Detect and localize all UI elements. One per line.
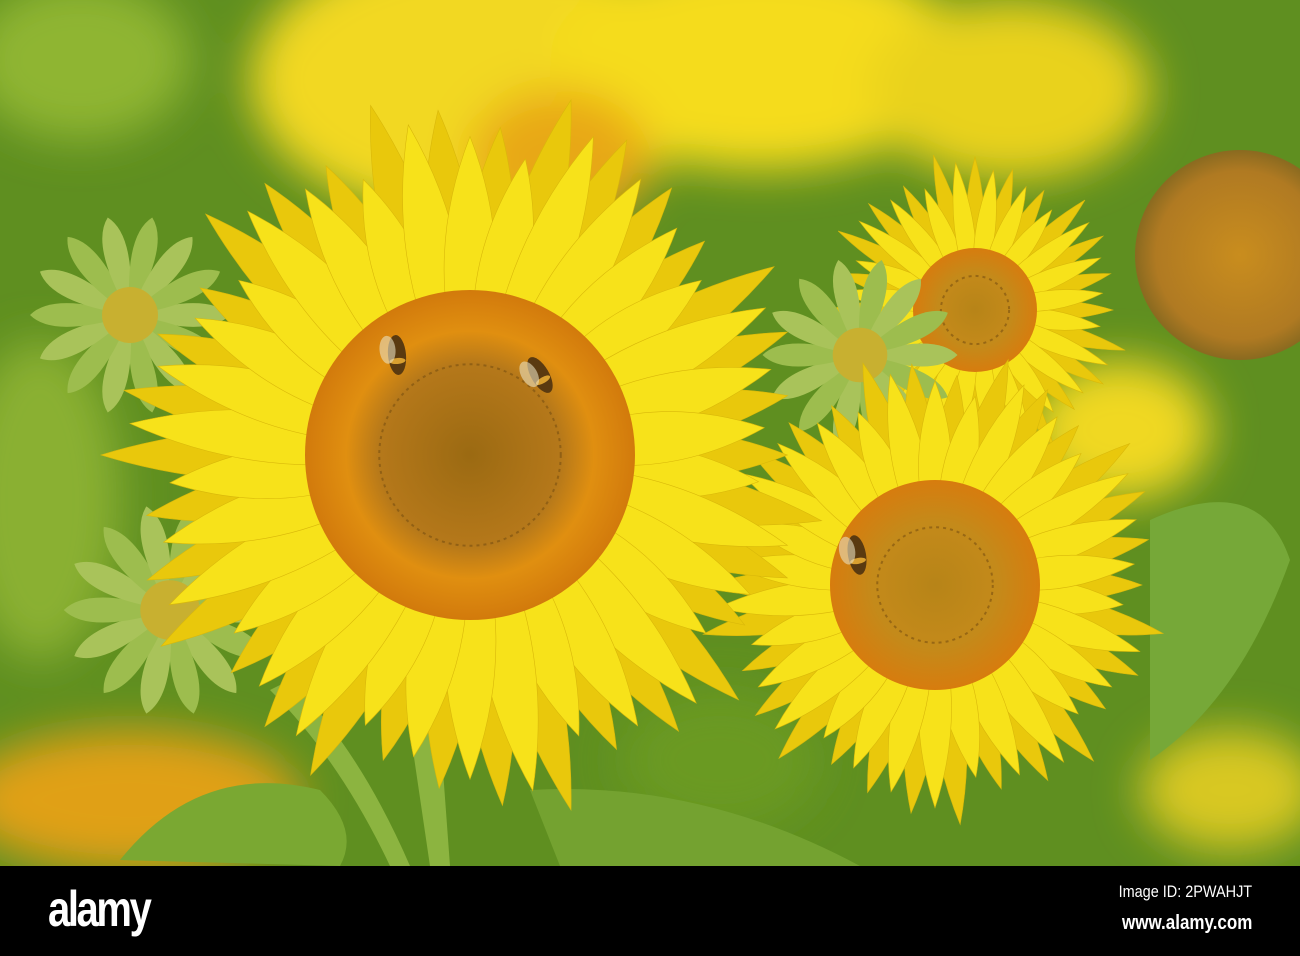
- watermark-bar: alamy Image ID: 2PWAHJT www.alamy.com: [0, 866, 1300, 956]
- bud-center: [102, 287, 158, 343]
- image-id: Image ID: 2PWAHJT: [1118, 882, 1252, 901]
- flower-disk: [305, 290, 635, 620]
- website-link: www.alamy.com: [1121, 912, 1252, 934]
- bud-center: [832, 327, 888, 383]
- stock-photo: alamy Image ID: 2PWAHJT www.alamy.com: [0, 0, 1300, 956]
- alamy-logo: alamy: [48, 881, 152, 937]
- flower-disk: [830, 480, 1040, 690]
- sunflower-photo: [0, 0, 1300, 866]
